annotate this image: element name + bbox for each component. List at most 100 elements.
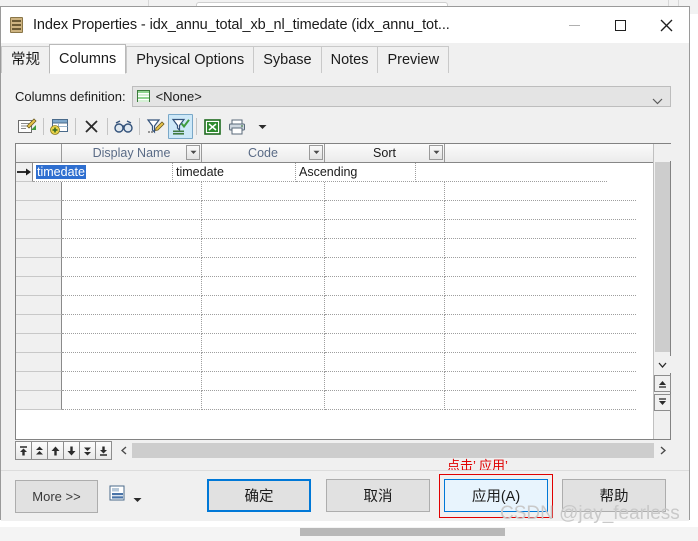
empty-cell[interactable] [325,239,445,258]
table-row[interactable] [16,201,670,220]
empty-cell[interactable] [325,315,445,334]
grid-header-sort-dropdown[interactable] [429,145,443,160]
empty-cell[interactable] [325,277,445,296]
table-row[interactable] [16,372,670,391]
empty-cell[interactable] [325,372,445,391]
scroll-left-button[interactable] [115,442,132,459]
empty-cell[interactable] [62,296,202,315]
empty-cell[interactable] [202,372,325,391]
scroll-last-row-button[interactable] [654,394,671,411]
empty-cell[interactable] [325,353,445,372]
print-dropdown-icon[interactable] [250,114,275,139]
grid-header-code[interactable]: Code [202,144,325,162]
empty-cell[interactable] [202,201,325,220]
empty-cell[interactable] [445,201,636,220]
grid-header-code-dropdown[interactable] [309,145,323,160]
table-row[interactable] [16,182,670,201]
empty-cell[interactable] [62,372,202,391]
maximize-button[interactable] [597,7,643,43]
tab-columns[interactable]: Columns [49,44,127,74]
empty-cell[interactable] [62,315,202,334]
empty-cell[interactable] [202,182,325,201]
empty-cell[interactable] [325,182,445,201]
scroll-first-row-button[interactable] [654,375,671,392]
table-row[interactable] [16,315,670,334]
empty-cell[interactable] [62,220,202,239]
title-bar[interactable]: Index Properties - idx_annu_total_xb_nl_… [1,7,689,43]
empty-cell[interactable] [445,315,636,334]
print-icon[interactable] [225,114,250,139]
grid-header-display-name-dropdown[interactable] [186,145,200,160]
empty-cell[interactable] [445,296,636,315]
move-up-fast-button[interactable] [31,441,48,460]
grid-vertical-scrollbar[interactable] [653,144,671,439]
properties-icon[interactable] [15,114,40,139]
table-row[interactable]: timedate timedate Ascending [16,163,670,182]
table-row[interactable] [16,296,670,315]
empty-cell[interactable] [202,239,325,258]
empty-cell[interactable] [445,353,636,372]
close-button[interactable] [643,7,689,43]
empty-cell[interactable] [445,239,636,258]
empty-cell[interactable] [202,353,325,372]
tab-general[interactable]: 常规 [1,46,49,73]
table-row[interactable] [16,277,670,296]
empty-cell[interactable] [325,220,445,239]
empty-cell[interactable] [445,372,636,391]
grid-header-display-name[interactable]: Display Name [62,144,202,162]
table-row[interactable] [16,334,670,353]
report-dropdown-icon[interactable] [133,490,142,508]
tab-preview[interactable]: Preview [377,46,450,73]
empty-cell[interactable] [445,277,636,296]
table-row[interactable] [16,220,670,239]
cell-code[interactable]: timedate [173,163,296,182]
delete-row-icon[interactable] [79,114,104,139]
empty-cell[interactable] [62,182,202,201]
empty-cell[interactable] [445,258,636,277]
empty-cell[interactable] [325,258,445,277]
table-row[interactable] [16,258,670,277]
empty-cell[interactable] [325,391,445,410]
chevron-down-icon[interactable] [652,92,663,110]
move-down-button[interactable] [63,441,80,460]
tab-physical-options[interactable]: Physical Options [126,46,254,73]
move-to-first-button[interactable] [15,441,32,460]
horizontal-scroll-thumb[interactable] [132,443,654,458]
empty-cell[interactable] [202,315,325,334]
table-row[interactable] [16,353,670,372]
columns-definition-combo[interactable]: <None> [131,85,671,110]
empty-cell[interactable] [202,296,325,315]
empty-cell[interactable] [202,334,325,353]
table-row[interactable] [16,239,670,258]
scroll-right-button[interactable] [654,442,671,459]
cancel-button[interactable]: 取消 [326,479,430,512]
empty-cell[interactable] [325,334,445,353]
more-button[interactable]: More >> [15,480,98,513]
cell-display-name[interactable]: timedate [33,163,173,182]
empty-cell[interactable] [325,296,445,315]
scroll-up-arrow[interactable] [654,144,671,161]
empty-cell[interactable] [62,391,202,410]
empty-cell[interactable] [202,391,325,410]
apply-filter-icon[interactable] [168,114,193,139]
export-excel-icon[interactable] [200,114,225,139]
empty-cell[interactable] [445,182,636,201]
vertical-scroll-thumb[interactable] [655,162,670,352]
tab-sybase[interactable]: Sybase [253,46,321,73]
scroll-down-arrow[interactable] [654,356,671,373]
find-icon[interactable] [111,114,136,139]
grid-header-sort[interactable]: Sort [325,144,445,162]
move-down-fast-button[interactable] [79,441,96,460]
empty-cell[interactable] [445,391,636,410]
empty-cell[interactable] [62,353,202,372]
tab-notes[interactable]: Notes [320,46,378,73]
empty-cell[interactable] [62,239,202,258]
empty-cell[interactable] [202,277,325,296]
move-up-button[interactable] [47,441,64,460]
empty-cell[interactable] [445,334,636,353]
empty-cell[interactable] [62,201,202,220]
insert-row-icon[interactable] [47,114,72,139]
edit-filter-icon[interactable] [143,114,168,139]
empty-cell[interactable] [202,258,325,277]
minimize-button[interactable] [551,7,597,43]
